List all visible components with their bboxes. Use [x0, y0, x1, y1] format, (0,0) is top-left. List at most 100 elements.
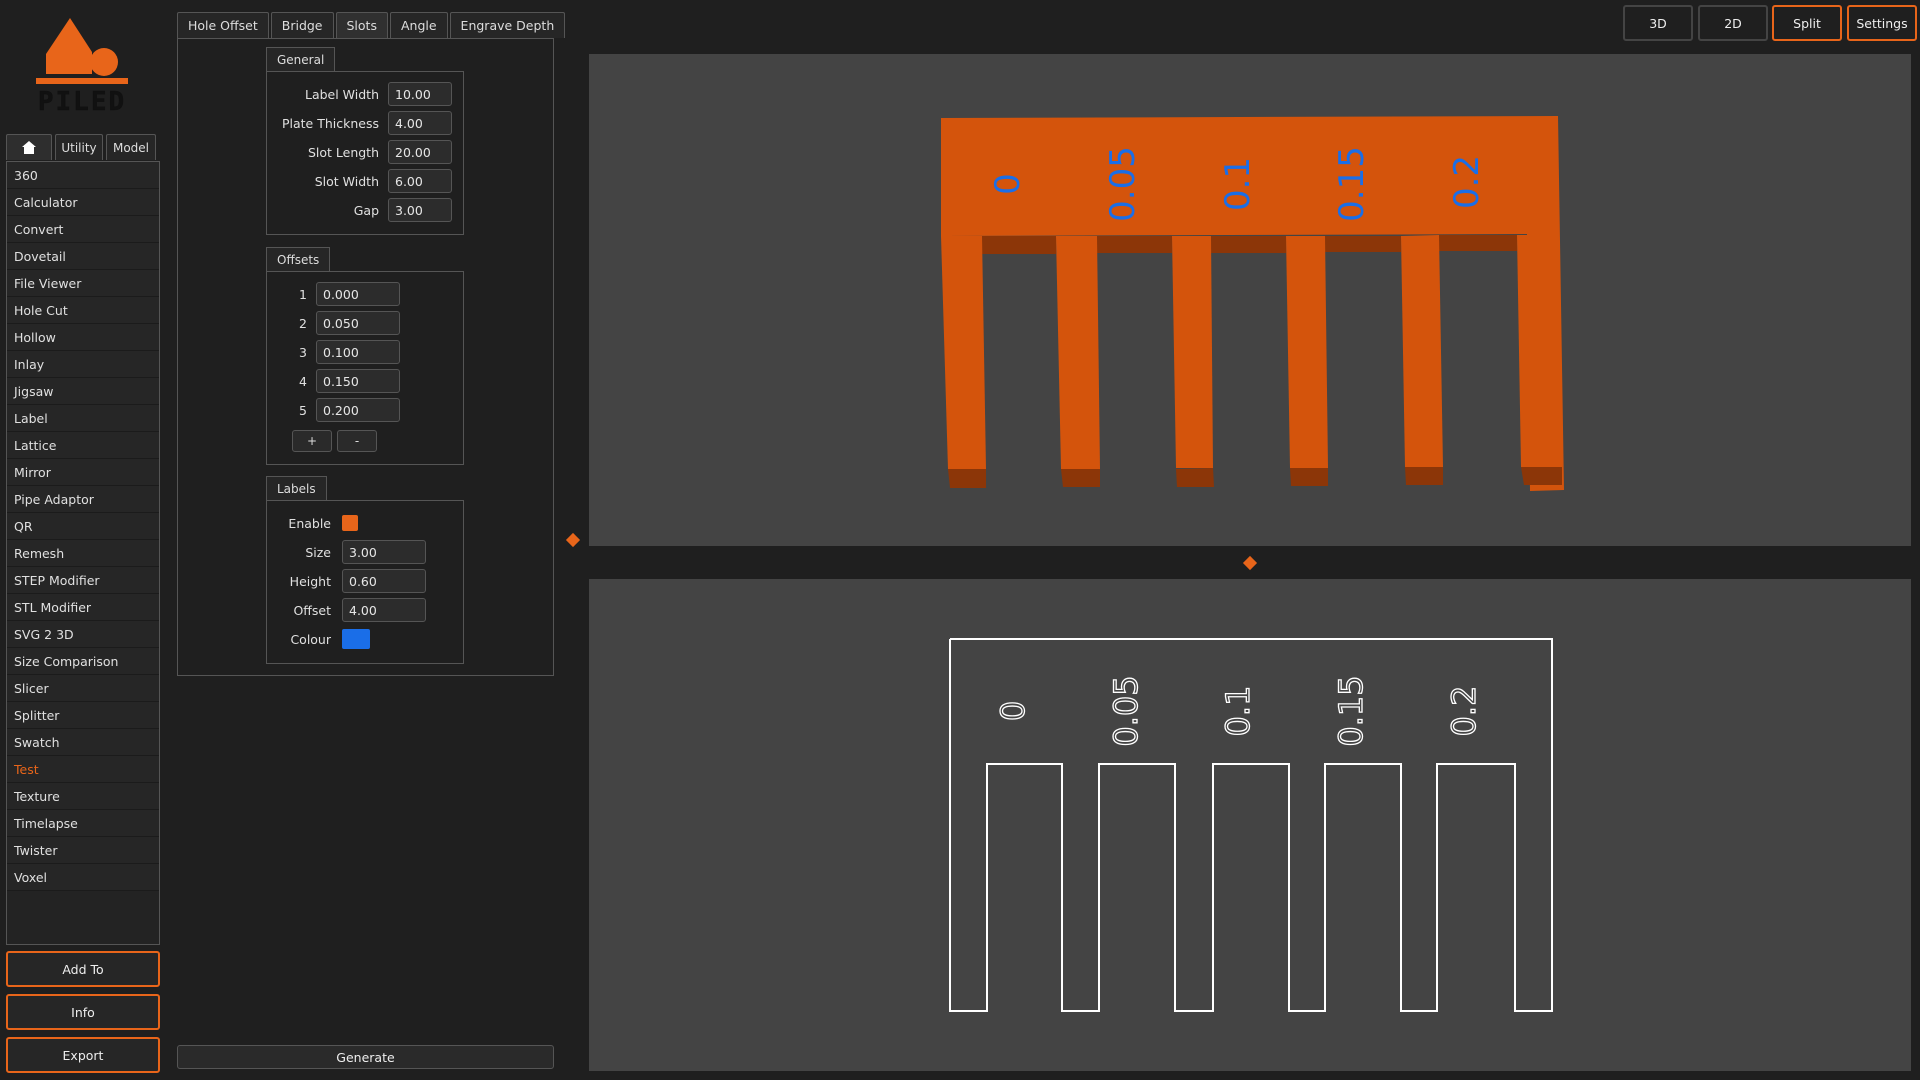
enable-label: Enable [288, 515, 331, 531]
sidebar-item-slicer[interactable]: Slicer [7, 675, 159, 702]
slot-length-input[interactable] [388, 140, 452, 164]
sidebar-item-file-viewer[interactable]: File Viewer [7, 270, 159, 297]
sidebar-tabs: Utility Model [6, 134, 156, 160]
svg-text:PILED: PILED [38, 87, 126, 116]
offset-input-1[interactable] [316, 282, 400, 306]
offset-input-5[interactable] [316, 398, 400, 422]
viewport-2d[interactable]: 0 0.05 0.1 0.15 0.2 [589, 579, 1911, 1071]
slot-label-2d-3: 0.1 [1219, 686, 1257, 737]
sidebar-item-test[interactable]: Test [7, 756, 159, 783]
sidebar-item-jigsaw[interactable]: Jigsaw [7, 378, 159, 405]
slot-label-2d-4: 0.15 [1332, 675, 1370, 746]
sidebar-item-remesh[interactable]: Remesh [7, 540, 159, 567]
sidebar-item-swatch[interactable]: Swatch [7, 729, 159, 756]
sidebar-item-pipe-adaptor[interactable]: Pipe Adaptor [7, 486, 159, 513]
view-split-button[interactable]: Split [1772, 5, 1842, 41]
horizontal-split-handle[interactable] [1242, 555, 1258, 571]
sidebar-item-svg-2-3d[interactable]: SVG 2 3D [7, 621, 159, 648]
labels-group-title: Labels [266, 476, 327, 500]
sidebar-item-texture[interactable]: Texture [7, 783, 159, 810]
slot-width-label: Slot Width [314, 173, 379, 189]
sidebar-item-qr[interactable]: QR [7, 513, 159, 540]
piled-logo: PILED [36, 18, 128, 116]
model-2d-outline: 0 0.05 0.1 0.15 0.2 [949, 638, 1553, 1012]
settings-button[interactable]: Settings [1847, 5, 1917, 41]
vertical-split-handle[interactable] [565, 532, 581, 548]
tool-tabs: Hole Offset Bridge Slots Angle Engrave D… [177, 12, 566, 38]
plate-thickness-input[interactable] [388, 111, 452, 135]
height-input[interactable] [342, 569, 426, 593]
offset-input-2[interactable] [316, 311, 400, 335]
slot-width-input[interactable] [388, 169, 452, 193]
tab-engrave-depth[interactable]: Engrave Depth [449, 12, 566, 38]
labels-group: Enable Size Height Offset Colour [266, 500, 464, 664]
size-label: Size [305, 544, 331, 560]
tab-utility[interactable]: Utility [55, 134, 103, 160]
offset-index: 2 [299, 315, 307, 331]
sidebar-item-calculator[interactable]: Calculator [7, 189, 159, 216]
add-to-button[interactable]: Add To [6, 951, 160, 987]
sidebar-item-360[interactable]: 360 [7, 162, 159, 189]
sidebar-item-hole-cut[interactable]: Hole Cut [7, 297, 159, 324]
tab-angle[interactable]: Angle [389, 12, 448, 38]
viewport-3d[interactable]: 0 0.05 0.1 0.15 0.2 [589, 54, 1911, 546]
tab-home[interactable] [6, 134, 52, 160]
general-group: Label Width Plate Thickness Slot Length … [266, 71, 464, 235]
gap-input[interactable] [388, 198, 452, 222]
slot-label-3d-2: 0.05 [1103, 146, 1143, 222]
general-group-title: General [266, 47, 336, 71]
size-input[interactable] [342, 540, 426, 564]
offset-input[interactable] [342, 598, 426, 622]
offsets-group-title: Offsets [266, 247, 331, 271]
label-width-input[interactable] [388, 82, 452, 106]
add-offset-button[interactable]: + [292, 430, 332, 452]
tab-hole-offset[interactable]: Hole Offset [177, 12, 269, 38]
sidebar-item-hollow[interactable]: Hollow [7, 324, 159, 351]
sidebar-item-label[interactable]: Label [7, 405, 159, 432]
sidebar-item-lattice[interactable]: Lattice [7, 432, 159, 459]
sidebar-item-stl-modifier[interactable]: STL Modifier [7, 594, 159, 621]
sidebar-item-size-comparison[interactable]: Size Comparison [7, 648, 159, 675]
slot-label-2d-2: 0.05 [1107, 675, 1145, 746]
sidebar-item-twister[interactable]: Twister [7, 837, 159, 864]
tab-bridge[interactable]: Bridge [270, 12, 334, 38]
sidebar-item-convert[interactable]: Convert [7, 216, 159, 243]
gap-label: Gap [353, 202, 379, 218]
info-button[interactable]: Info [6, 994, 160, 1030]
enable-checkbox[interactable] [342, 515, 358, 531]
slot-label-3d-3: 0.1 [1218, 157, 1258, 211]
tab-slots[interactable]: Slots [335, 12, 388, 38]
slot-label-2d-1: 0 [994, 701, 1032, 721]
slot-label-3d-4: 0.15 [1332, 146, 1372, 222]
view-2d-button[interactable]: 2D [1698, 5, 1768, 41]
sidebar-item-inlay[interactable]: Inlay [7, 351, 159, 378]
offset-input-4[interactable] [316, 369, 400, 393]
slot-label-2d-5: 0.2 [1445, 686, 1483, 737]
offset-label: Offset [293, 602, 331, 618]
offset-index: 4 [299, 373, 307, 389]
remove-offset-button[interactable]: - [337, 430, 377, 452]
height-label: Height [289, 573, 331, 589]
label-width-label: Label Width [304, 86, 379, 102]
sidebar-item-mirror[interactable]: Mirror [7, 459, 159, 486]
sidebar-item-timelapse[interactable]: Timelapse [7, 810, 159, 837]
offset-index: 5 [299, 402, 307, 418]
generate-button[interactable]: Generate [177, 1045, 554, 1069]
sidebar-item-voxel[interactable]: Voxel [7, 864, 159, 891]
home-icon [22, 141, 36, 154]
offsets-group: 1 2 3 4 5 + - [266, 271, 464, 465]
slot-length-label: Slot Length [307, 144, 379, 160]
model-3d-render: 0 0.05 0.1 0.15 0.2 [941, 116, 1564, 491]
view-3d-button[interactable]: 3D [1623, 5, 1693, 41]
export-button[interactable]: Export [6, 1037, 160, 1073]
colour-label: Colour [290, 631, 331, 647]
slot-label-3d-1: 0 [988, 173, 1028, 195]
sidebar-item-step-modifier[interactable]: STEP Modifier [7, 567, 159, 594]
offset-input-3[interactable] [316, 340, 400, 364]
colour-swatch[interactable] [342, 629, 370, 649]
tab-model[interactable]: Model [106, 134, 156, 160]
slots-panel: General Label Width Plate Thickness Slot… [177, 38, 554, 676]
slot-label-3d-5: 0.2 [1447, 155, 1487, 209]
sidebar-item-dovetail[interactable]: Dovetail [7, 243, 159, 270]
sidebar-item-splitter[interactable]: Splitter [7, 702, 159, 729]
